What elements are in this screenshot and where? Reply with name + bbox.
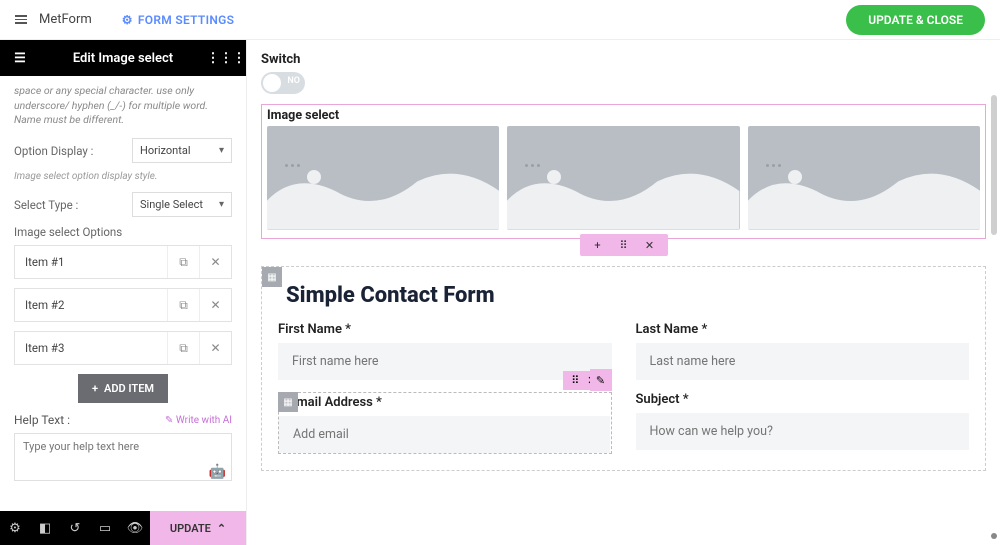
option-display-label: Option Display :: [14, 144, 132, 158]
option-item-label: Item #1: [15, 255, 167, 269]
image-option[interactable]: [748, 126, 980, 230]
last-name-field: Last Name *: [636, 322, 970, 380]
sidebar-footer: ⚙ ◧ ↺ ▭ 👁 UPDATE ⌃: [0, 511, 246, 545]
grid-icon[interactable]: ⋮⋮⋮: [216, 51, 236, 66]
add-item-button[interactable]: + ADD ITEM: [78, 374, 168, 403]
email-field: ▦ ⠿ ✕ ✎ Email Address *: [278, 392, 612, 454]
copy-icon[interactable]: ⧉: [167, 289, 199, 321]
panel-body: space or any special character. use only…: [0, 76, 246, 511]
switch-no-text: NO: [287, 76, 300, 86]
ai-bot-icon[interactable]: 🤖: [209, 464, 226, 480]
name-hint: space or any special character. use only…: [14, 84, 232, 128]
email-label: Email Address *: [279, 393, 610, 410]
section-handle[interactable]: + ⠿ ✕: [580, 234, 668, 256]
last-name-label: Last Name *: [636, 322, 970, 337]
column-handle-icon[interactable]: ▦: [262, 267, 282, 287]
image-select-label: Image select: [267, 108, 980, 123]
help-text-label: Help Text :: [14, 413, 70, 427]
history-icon[interactable]: ↺: [60, 521, 90, 536]
switch-label: Switch: [261, 52, 986, 67]
switch-toggle[interactable]: NO: [261, 72, 305, 94]
update-and-close-button[interactable]: UPDATE & CLOSE: [846, 5, 985, 35]
drag-handle-icon[interactable]: ⠿: [616, 239, 632, 252]
contact-form-section: ▦ Simple Contact Form First Name * Last …: [261, 266, 986, 471]
scrollbar-end-icon: [991, 533, 997, 539]
last-name-input[interactable]: [636, 343, 970, 380]
menu-icon[interactable]: ☰: [10, 51, 30, 66]
app-name: MetForm: [39, 12, 92, 27]
subject-label: Subject *: [636, 392, 970, 407]
close-icon[interactable]: ✕: [199, 289, 231, 321]
elementor-icon[interactable]: [15, 15, 27, 24]
canvas: Switch NO Image select: [247, 40, 1000, 545]
help-text-input[interactable]: [14, 433, 232, 481]
subject-field: Subject *: [636, 392, 970, 454]
close-icon[interactable]: ✕: [199, 332, 231, 364]
option-display-select[interactable]: Horizontal: [132, 138, 232, 163]
gear-icon: ⚙: [122, 13, 133, 27]
preview-icon[interactable]: 👁: [120, 521, 150, 536]
option-item[interactable]: Item #2 ⧉ ✕: [14, 288, 232, 322]
app-brand: MetForm: [15, 12, 92, 27]
first-name-input[interactable]: [278, 343, 612, 380]
write-with-ai-link[interactable]: ✎ Write with AI: [165, 415, 232, 426]
image-option[interactable]: [507, 126, 739, 230]
column-handle-icon[interactable]: ▦: [278, 392, 298, 412]
first-name-label: First Name *: [278, 322, 612, 337]
panel-title: Edit Image select: [30, 51, 216, 66]
contact-form-title: Simple Contact Form: [286, 283, 969, 308]
first-name-field: First Name *: [278, 322, 612, 380]
editor-sidebar: ☰ Edit Image select ⋮⋮⋮ space or any spe…: [0, 40, 247, 545]
copy-icon[interactable]: ⧉: [167, 246, 199, 278]
copy-icon[interactable]: ⧉: [167, 332, 199, 364]
update-button[interactable]: UPDATE ⌃: [150, 511, 246, 545]
form-settings-link[interactable]: ⚙ FORM SETTINGS: [122, 13, 234, 27]
option-item-label: Item #3: [15, 341, 167, 355]
subject-input[interactable]: [636, 413, 970, 450]
top-bar: MetForm ⚙ FORM SETTINGS UPDATE & CLOSE: [0, 0, 1000, 40]
plus-icon: +: [92, 382, 98, 395]
email-input[interactable]: [279, 416, 610, 453]
select-type-select[interactable]: Single Select: [132, 192, 232, 217]
responsive-icon[interactable]: ▭: [90, 521, 120, 536]
close-icon[interactable]: ✕: [642, 239, 658, 252]
drag-handle-icon[interactable]: ⠿: [571, 374, 579, 387]
add-item-label: ADD ITEM: [104, 382, 154, 395]
form-settings-label: FORM SETTINGS: [138, 13, 234, 27]
layers-icon[interactable]: ◧: [30, 521, 60, 536]
option-item-label: Item #2: [15, 298, 167, 312]
select-type-label: Select Type :: [14, 198, 132, 212]
option-item[interactable]: Item #1 ⧉ ✕: [14, 245, 232, 279]
add-section-icon[interactable]: +: [590, 239, 606, 252]
settings-icon[interactable]: ⚙: [0, 521, 30, 536]
edit-widget-icon[interactable]: ✎: [590, 369, 612, 391]
option-display-value: Horizontal: [140, 144, 191, 157]
close-icon[interactable]: ✕: [199, 246, 231, 278]
update-button-label: UPDATE: [170, 522, 211, 535]
options-section-label: Image select Options: [14, 225, 232, 239]
placeholder-mountain-icon: [507, 162, 739, 230]
placeholder-mountain-icon: [267, 162, 499, 230]
placeholder-mountain-icon: [748, 162, 980, 230]
panel-header: ☰ Edit Image select ⋮⋮⋮: [0, 40, 246, 76]
option-item[interactable]: Item #3 ⧉ ✕: [14, 331, 232, 365]
image-option[interactable]: [267, 126, 499, 230]
scrollbar-thumb[interactable]: [991, 95, 997, 235]
select-type-value: Single Select: [140, 198, 203, 211]
option-display-hint: Image select option display style.: [14, 171, 232, 182]
image-select-widget[interactable]: Image select: [261, 104, 986, 239]
chevron-up-icon: ⌃: [217, 522, 226, 535]
switch-widget: Switch NO: [261, 52, 986, 94]
